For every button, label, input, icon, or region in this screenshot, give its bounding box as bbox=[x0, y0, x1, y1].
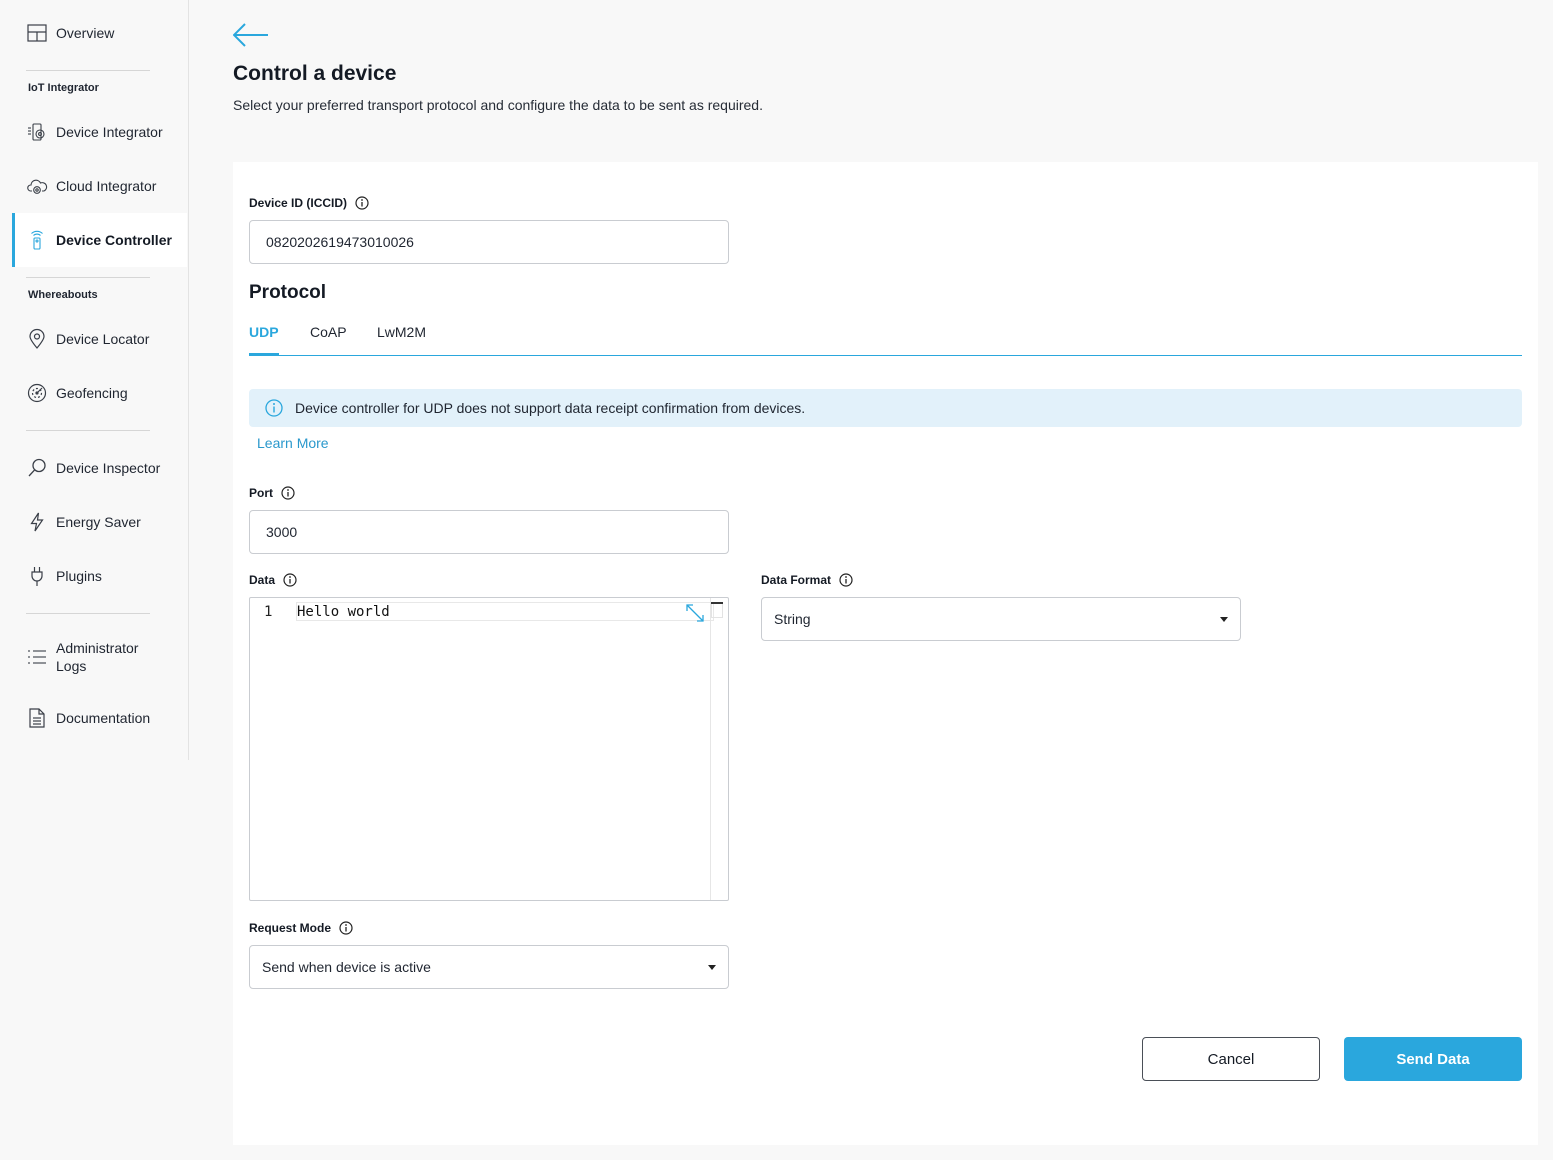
page-title: Control a device bbox=[233, 62, 397, 85]
cancel-button[interactable]: Cancel bbox=[1142, 1037, 1320, 1081]
info-icon[interactable] bbox=[339, 921, 353, 935]
magnifier-icon bbox=[26, 457, 48, 479]
label-line-1: Administrator bbox=[56, 640, 139, 656]
tab-udp[interactable]: UDP bbox=[249, 324, 279, 356]
editor-line[interactable]: Hello world bbox=[297, 604, 390, 620]
back-arrow-icon[interactable] bbox=[232, 22, 269, 48]
sidebar-item-label: Device Controller bbox=[56, 232, 172, 248]
sidebar-item-label: Energy Saver bbox=[56, 514, 141, 530]
sidebar-item-documentation[interactable]: Documentation bbox=[12, 691, 187, 745]
plug-icon bbox=[26, 565, 48, 587]
caret-down-icon bbox=[708, 965, 716, 970]
port-input[interactable]: 3000 bbox=[249, 510, 729, 554]
line-number: 1 bbox=[264, 604, 273, 620]
sidebar-item-label: Device Integrator bbox=[56, 124, 163, 140]
sidebar-item-label: Device Locator bbox=[56, 331, 150, 347]
section-whereabouts: Whereabouts bbox=[28, 289, 98, 301]
label-line-2: Logs bbox=[56, 658, 87, 674]
remote-icon bbox=[26, 229, 48, 251]
protocol-title: Protocol bbox=[249, 282, 327, 303]
radar-icon bbox=[26, 382, 48, 404]
nav-divider bbox=[26, 613, 150, 614]
nav-divider bbox=[26, 70, 150, 71]
sidebar-item-label: Device Inspector bbox=[56, 460, 161, 476]
info-icon[interactable] bbox=[281, 486, 295, 500]
sidebar-item-label: Plugins bbox=[56, 568, 102, 584]
nav-divider bbox=[26, 277, 150, 278]
device-id-input[interactable]: 0820202619473010026 bbox=[249, 220, 729, 264]
sidebar-item-label: Geofencing bbox=[56, 385, 128, 401]
list-icon bbox=[26, 646, 48, 668]
tab-coap[interactable]: CoAP bbox=[310, 324, 347, 356]
sidebar-item-label: Administrator Logs bbox=[56, 639, 138, 675]
request-mode-select[interactable]: Send when device is active bbox=[249, 945, 729, 989]
minimap bbox=[711, 604, 723, 618]
label-text: Device ID (ICCID) bbox=[249, 196, 348, 210]
data-label: Data bbox=[249, 573, 297, 587]
port-label: Port bbox=[249, 486, 295, 500]
data-editor[interactable]: 1 Hello world bbox=[249, 597, 729, 901]
nav-divider bbox=[26, 430, 150, 431]
location-pin-icon bbox=[26, 328, 48, 350]
sidebar-item-device-inspector[interactable]: Device Inspector bbox=[12, 441, 187, 495]
select-value: String bbox=[774, 611, 811, 627]
sidebar-item-device-integrator[interactable]: Device Integrator bbox=[12, 105, 187, 159]
control-device-form: Device ID (ICCID) 0820202619473010026 Pr… bbox=[233, 162, 1538, 1145]
device-gear-icon bbox=[26, 121, 48, 143]
banner-text: Device controller for UDP does not suppo… bbox=[295, 400, 806, 416]
caret-down-icon bbox=[1220, 617, 1228, 622]
layout-icon bbox=[26, 22, 48, 44]
expand-icon[interactable] bbox=[684, 602, 706, 624]
sidebar-item-plugins[interactable]: Plugins bbox=[12, 549, 187, 603]
sidebar-item-device-controller[interactable]: Device Controller bbox=[12, 213, 187, 267]
tab-lwm2m[interactable]: LwM2M bbox=[377, 324, 426, 356]
label-text: Request Mode bbox=[249, 921, 332, 935]
info-icon[interactable] bbox=[283, 573, 297, 587]
lightning-icon bbox=[26, 511, 48, 533]
device-id-label: Device ID (ICCID) bbox=[249, 196, 369, 210]
label-text: Port bbox=[249, 486, 273, 500]
sidebar-item-cloud-integrator[interactable]: Cloud Integrator bbox=[12, 159, 187, 213]
sidebar-item-label: Documentation bbox=[56, 710, 151, 726]
info-circle-icon bbox=[265, 399, 283, 417]
document-icon bbox=[26, 707, 48, 729]
label-text: Data Format bbox=[761, 573, 832, 587]
sidebar-item-energy-saver[interactable]: Energy Saver bbox=[12, 495, 187, 549]
sidebar: Overview IoT Integrator Device Integrato… bbox=[0, 0, 189, 760]
editor-scrollbar[interactable] bbox=[710, 598, 711, 900]
sidebar-item-label: Overview bbox=[56, 25, 115, 41]
info-icon[interactable] bbox=[355, 196, 369, 210]
data-format-label: Data Format bbox=[761, 573, 853, 587]
info-banner: Device controller for UDP does not suppo… bbox=[249, 389, 1522, 427]
sidebar-item-overview[interactable]: Overview bbox=[12, 6, 187, 60]
send-data-button[interactable]: Send Data bbox=[1344, 1037, 1522, 1081]
info-icon[interactable] bbox=[839, 573, 853, 587]
sidebar-item-administrator-logs[interactable]: Administrator Logs bbox=[12, 627, 187, 687]
learn-more-link[interactable]: Learn More bbox=[257, 435, 329, 451]
cloud-gear-icon bbox=[26, 175, 48, 197]
sidebar-item-label: Cloud Integrator bbox=[56, 178, 157, 194]
section-iot-integrator: IoT Integrator bbox=[28, 82, 99, 94]
page-subtitle: Select your preferred transport protocol… bbox=[233, 97, 763, 113]
request-mode-label: Request Mode bbox=[249, 921, 353, 935]
sidebar-item-device-locator[interactable]: Device Locator bbox=[12, 312, 187, 366]
protocol-tabs: UDP CoAP LwM2M bbox=[249, 320, 1522, 356]
select-value: Send when device is active bbox=[262, 959, 431, 975]
data-format-select[interactable]: String bbox=[761, 597, 1241, 641]
label-text: Data bbox=[249, 573, 276, 587]
sidebar-item-geofencing[interactable]: Geofencing bbox=[12, 366, 187, 420]
